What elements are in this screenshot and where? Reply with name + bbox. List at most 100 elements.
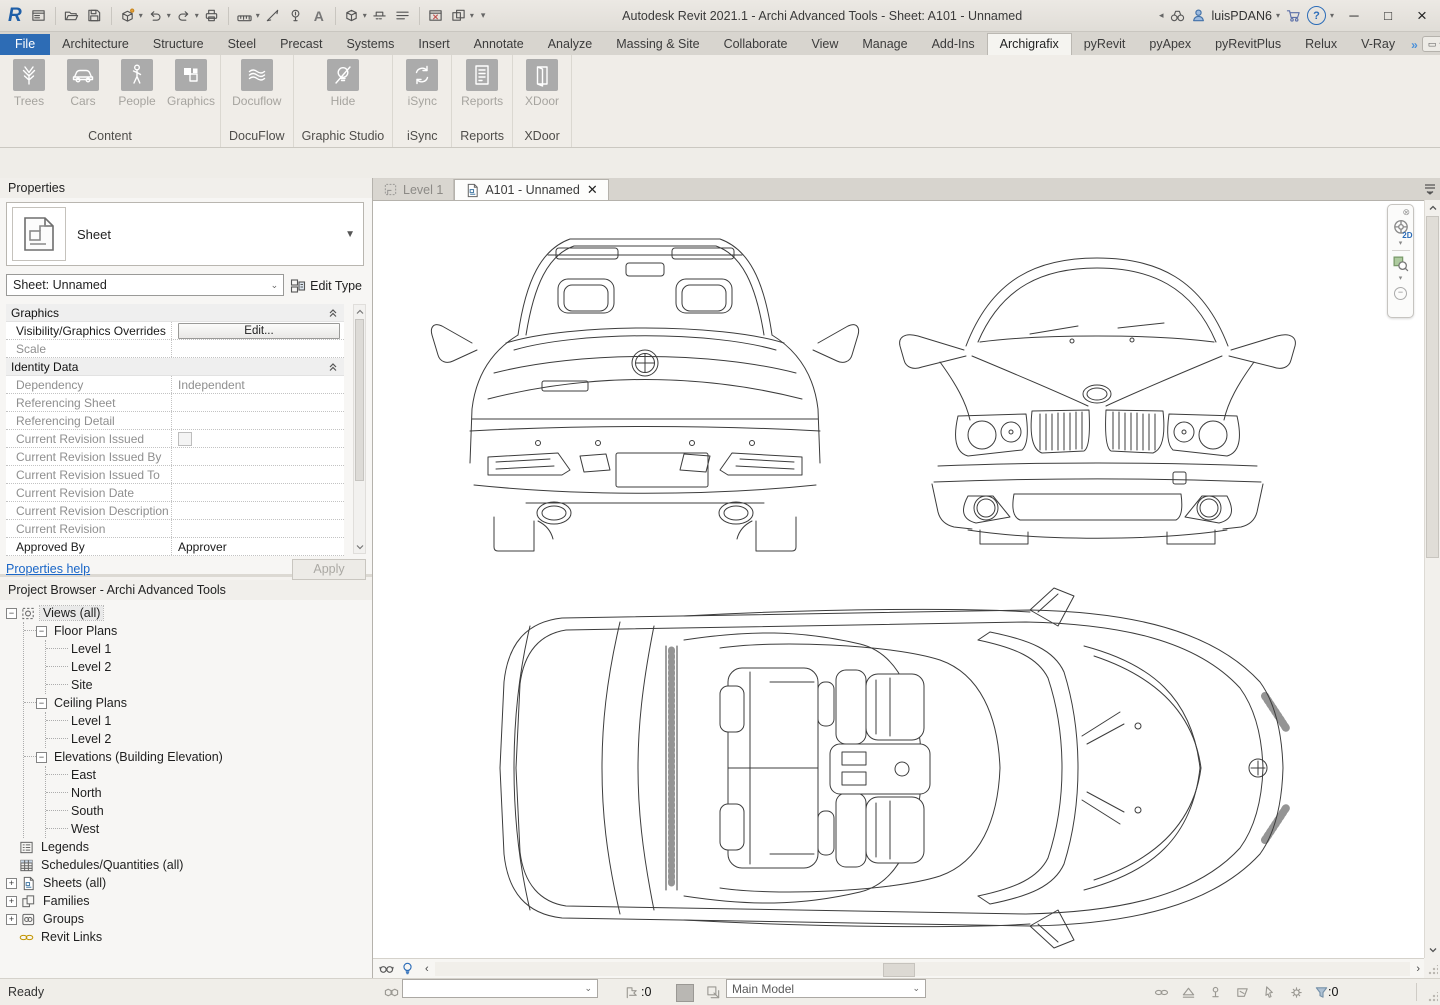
3d-view-dropdown-icon[interactable]: ▾: [363, 11, 367, 20]
ribbon-tab-annotate[interactable]: Annotate: [462, 34, 536, 55]
tree-item-sheets-all-[interactable]: +Sheets (all): [2, 874, 370, 892]
graphics-button[interactable]: Graphics: [168, 59, 214, 126]
active-workset-dropdown[interactable]: ⌄: [402, 979, 598, 998]
text-icon[interactable]: A: [309, 5, 329, 27]
property-group-header[interactable]: Graphics: [6, 304, 344, 322]
tag-icon[interactable]: [286, 5, 306, 27]
thin-lines-icon[interactable]: [393, 5, 413, 27]
instance-selector-chevron-icon[interactable]: ⌄: [266, 280, 284, 291]
window-menu-icon[interactable]: [29, 5, 49, 27]
search-icon[interactable]: [1170, 8, 1185, 23]
redo-icon[interactable]: [174, 5, 194, 27]
property-value[interactable]: Approver: [172, 538, 344, 555]
tree-item-families[interactable]: +Families: [2, 892, 370, 910]
design-option-dropdown[interactable]: Main Model ⌄: [726, 979, 926, 998]
revit-logo[interactable]: R: [6, 5, 26, 27]
ribbon-tab-massing-site[interactable]: Massing & Site: [604, 34, 711, 55]
scroll-right-icon[interactable]: ›: [1412, 963, 1424, 975]
ribbon-tab-pyrevit[interactable]: pyRevit: [1072, 34, 1138, 55]
property-value[interactable]: [172, 466, 344, 483]
undo-icon[interactable]: [146, 5, 166, 27]
properties-scrollbar[interactable]: [353, 304, 366, 554]
ribbon-state-toggle[interactable]: ▭▾: [1422, 36, 1440, 52]
collapse-icon[interactable]: −: [36, 752, 47, 763]
design-option-chevron-icon[interactable]: ⌄: [907, 983, 925, 994]
default-3d-view-icon[interactable]: [342, 5, 362, 27]
vertical-scrollbar[interactable]: [1424, 200, 1440, 958]
property-value[interactable]: Edit...: [172, 322, 344, 339]
ribbon-tab-file[interactable]: File: [0, 34, 50, 55]
ribbon-tab-add-ins[interactable]: Add-Ins: [920, 34, 987, 55]
ribbon-tab-manage[interactable]: Manage: [850, 34, 919, 55]
minimize-button[interactable]: ─: [1340, 4, 1368, 28]
properties-help-link[interactable]: Properties help: [6, 562, 90, 576]
reports-button[interactable]: Reports: [459, 59, 505, 126]
navbar-close-icon[interactable]: ⊗: [1402, 207, 1410, 218]
window-resize-grip[interactable]: [1428, 992, 1438, 1002]
infocenter-collapse-icon[interactable]: ◂: [1159, 10, 1164, 21]
revision-issued-checkbox[interactable]: [178, 432, 192, 446]
xdoor-button[interactable]: XDoor: [519, 59, 565, 126]
docuflow-button[interactable]: Docuflow: [234, 59, 280, 126]
collapse-icon[interactable]: −: [36, 698, 47, 709]
tree-item-floor-plans[interactable]: −Floor Plans: [24, 622, 370, 640]
property-value[interactable]: [172, 412, 344, 429]
tree-item-south[interactable]: South: [46, 802, 370, 820]
ribbon-tab-steel[interactable]: Steel: [216, 34, 269, 55]
property-value[interactable]: [172, 430, 344, 447]
apply-button[interactable]: Apply: [292, 559, 366, 580]
tab-overflow-icon[interactable]: »: [1411, 38, 1416, 52]
edit-type-button[interactable]: Edit Type: [288, 274, 364, 298]
property-value[interactable]: Independent: [172, 376, 344, 393]
tree-item-level-1[interactable]: Level 1: [46, 640, 370, 658]
expand-icon[interactable]: +: [6, 878, 17, 889]
trees-button[interactable]: Trees: [6, 59, 52, 126]
temporary-hide-isolate-glasses-icon[interactable]: [379, 961, 394, 976]
scroll-down-icon[interactable]: [354, 540, 365, 553]
ribbon-tab-pyrevitplus[interactable]: pyRevitPlus: [1203, 34, 1293, 55]
ribbon-tab-systems[interactable]: Systems: [334, 34, 406, 55]
expand-icon[interactable]: +: [6, 896, 17, 907]
vertical-scroll-thumb[interactable]: [1426, 216, 1439, 558]
tree-item-level-2[interactable]: Level 2: [46, 658, 370, 676]
tree-item-level-1[interactable]: Level 1: [46, 712, 370, 730]
collapse-icon[interactable]: −: [36, 626, 47, 637]
help-icon[interactable]: ?: [1307, 6, 1326, 25]
tree-item-site[interactable]: Site: [46, 676, 370, 694]
expand-icon[interactable]: +: [6, 914, 17, 925]
measure-icon[interactable]: [235, 5, 255, 27]
view-tab-a101-unnamed[interactable]: A101 - Unnamed✕: [454, 179, 608, 200]
drag-on-selection-icon[interactable]: [1262, 979, 1277, 1005]
ribbon-tab-v-ray[interactable]: V-Ray: [1349, 34, 1407, 55]
aligned-dimension-icon[interactable]: [263, 5, 283, 27]
hide-button[interactable]: Hide: [320, 59, 366, 126]
ribbon-tab-analyze[interactable]: Analyze: [536, 34, 604, 55]
drawing-canvas[interactable]: ⊗ 2D ▾ ▾ −: [373, 200, 1424, 958]
property-group-header[interactable]: Identity Data: [6, 358, 344, 376]
section-icon[interactable]: [370, 5, 390, 27]
select-links-icon[interactable]: [1154, 979, 1169, 1005]
close-inactive-windows-icon[interactable]: [426, 5, 446, 27]
type-selector[interactable]: Sheet ▼: [6, 202, 364, 266]
workset-chevron-icon[interactable]: ⌄: [579, 983, 597, 994]
switch-windows-icon[interactable]: [449, 5, 469, 27]
view-tab-level-1[interactable]: Level 1: [373, 179, 454, 200]
select-underlay-icon[interactable]: [1181, 979, 1196, 1005]
editing-requests-icon[interactable]: [624, 979, 639, 1005]
save-icon[interactable]: [85, 5, 105, 27]
design-options-icon[interactable]: [706, 979, 721, 1005]
resize-grip[interactable]: [1428, 965, 1438, 975]
scroll-up-icon[interactable]: [354, 305, 365, 318]
view-tab-list-menu-icon[interactable]: [1423, 182, 1437, 196]
username[interactable]: luisPDAN6: [1212, 9, 1272, 23]
scroll-left-icon[interactable]: ‹: [421, 963, 433, 975]
zoom-dropdown-icon[interactable]: ▾: [1399, 274, 1403, 282]
switch-windows-dropdown-icon[interactable]: ▾: [470, 11, 474, 20]
tree-item-legends[interactable]: Legends: [2, 838, 370, 856]
edit-overrides-button[interactable]: Edit...: [178, 323, 340, 339]
zoom-region-icon[interactable]: [1391, 253, 1411, 273]
tree-item-ceiling-plans[interactable]: −Ceiling Plans: [24, 694, 370, 712]
tree-item-east[interactable]: East: [46, 766, 370, 784]
horizontal-scrollbar[interactable]: [435, 962, 1411, 976]
tree-item-elevations-building-elevation-[interactable]: −Elevations (Building Elevation): [24, 748, 370, 766]
